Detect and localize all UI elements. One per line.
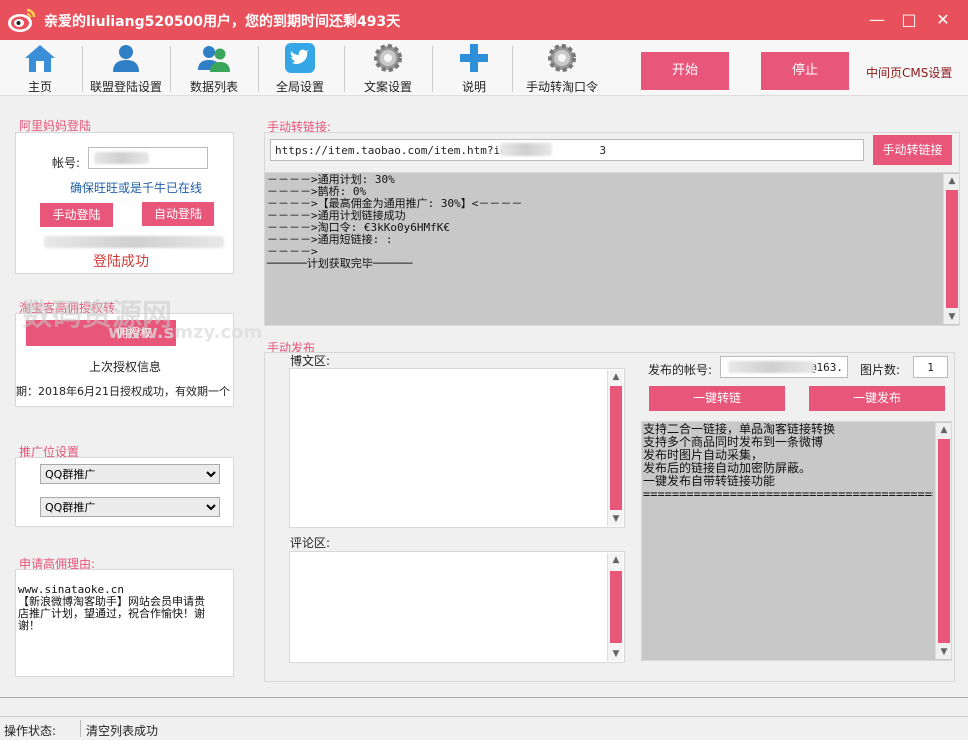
info-scrollbar[interactable]: ▲ ▼ xyxy=(935,423,951,659)
toolbar-home[interactable]: 主页 xyxy=(14,42,66,94)
title-bar: 亲爱的liuliang520500用户，您的到期时间还剩493天 — □ ✕ xyxy=(0,0,968,40)
account-label: 帐号: xyxy=(52,156,81,170)
comment-scrollbar[interactable]: ▲ ▼ xyxy=(607,553,623,661)
redacted-account xyxy=(94,152,149,164)
toolbar-alliance-login[interactable]: 联盟登陆设置 xyxy=(86,42,166,94)
toolbar-separator xyxy=(344,46,345,92)
auto-login-button[interactable]: 自动登陆 xyxy=(142,202,214,226)
toolbar-copy-settings[interactable]: 文案设置 xyxy=(358,42,418,94)
close-button[interactable]: ✕ xyxy=(932,9,954,31)
scroll-thumb[interactable] xyxy=(610,386,622,510)
status-label: 操作状态: xyxy=(4,724,57,738)
blog-scrollbar[interactable]: ▲ ▼ xyxy=(607,370,623,526)
stop-button[interactable]: 停止 xyxy=(761,52,849,90)
promo-select-2[interactable]: QQ群推广 xyxy=(40,497,220,517)
status-divider xyxy=(80,720,81,737)
comment-label: 评论区: xyxy=(290,536,331,550)
toolbar-global-settings[interactable]: 全局设置 xyxy=(270,42,330,94)
last-auth-info: 期：2018年6月21日授权成功，有效期一个 xyxy=(16,385,230,398)
toolbar-help[interactable]: 说明 xyxy=(446,42,502,94)
url-input[interactable] xyxy=(270,139,864,161)
scroll-down-icon[interactable]: ▼ xyxy=(608,512,624,526)
toolbar-help-label: 说明 xyxy=(461,80,486,94)
plus-icon xyxy=(460,44,488,72)
toolbar-separator xyxy=(82,46,83,92)
scroll-up-icon[interactable]: ▲ xyxy=(936,423,952,437)
cms-settings-link[interactable]: 中间页CMS设置 xyxy=(866,64,952,81)
scroll-thumb[interactable] xyxy=(946,190,958,308)
weibo-logo-icon xyxy=(8,8,36,32)
redacted-item-id xyxy=(500,143,552,156)
manual-login-button[interactable]: 手动登陆 xyxy=(40,203,113,227)
toolbar-separator xyxy=(258,46,259,92)
scroll-thumb[interactable] xyxy=(938,439,950,643)
minimize-button[interactable]: — xyxy=(866,9,888,31)
log-scrollbar[interactable]: ▲ ▼ xyxy=(943,174,959,324)
login-status: 登陆成功 xyxy=(93,254,149,270)
toolbar-alliance-login-label: 联盟登陆设置 xyxy=(89,80,162,94)
status-bar: 操作状态: 清空列表成功 xyxy=(0,716,968,740)
start-button[interactable]: 开始 xyxy=(641,52,729,90)
comment-textarea[interactable] xyxy=(289,551,625,663)
info-text: 支持二合一链接，单品淘客链接转换 支持多个商品同时发布到一条微博 发布时图片自动… xyxy=(643,423,933,501)
one-click-publish-button[interactable]: 一键发布 xyxy=(809,386,945,411)
apply-reason-text[interactable]: www.sinataoke.cn 【新浪微博淘客助手】网站会员申请贵 店推广计划… xyxy=(18,584,230,632)
users-icon xyxy=(198,46,230,72)
redacted-publish-account xyxy=(728,361,814,373)
toolbar-copy-settings-label: 文案设置 xyxy=(363,80,412,94)
scroll-down-icon[interactable]: ▼ xyxy=(936,645,952,659)
promo-select-1[interactable]: QQ群推广 xyxy=(40,464,220,484)
pic-count-input[interactable] xyxy=(913,356,948,378)
blog-label: 博文区: xyxy=(290,354,331,368)
toolbar-data-list-label: 数据列表 xyxy=(189,80,238,94)
gear-icon xyxy=(548,44,576,72)
toolbar-separator xyxy=(170,46,171,92)
publish-account-label: 发布的帐号: xyxy=(648,363,713,377)
toolbar-data-list[interactable]: 数据列表 xyxy=(184,42,244,94)
one-click-convert-button[interactable]: 一键转链 xyxy=(649,386,785,411)
home-icon xyxy=(25,45,55,72)
user-icon xyxy=(113,45,139,72)
scroll-thumb[interactable] xyxy=(610,571,622,643)
scroll-down-icon[interactable]: ▼ xyxy=(608,647,624,661)
log-text: －－－－>通用计划: 30% －－－－>鹊桥: 0% －－－－>【最高佣金为通用… xyxy=(267,173,523,270)
toolbar-home-label: 主页 xyxy=(27,80,52,94)
gear-icon xyxy=(374,44,402,72)
toolbar-manual-taokouling-label: 手动转淘口令 xyxy=(525,80,598,94)
bottom-divider xyxy=(0,697,968,698)
last-auth-label: 上次授权信息 xyxy=(89,360,162,374)
toolbar-global-settings-label: 全局设置 xyxy=(275,80,324,94)
redacted-login-info xyxy=(44,236,224,248)
scroll-up-icon[interactable]: ▲ xyxy=(608,370,624,384)
blog-textarea[interactable] xyxy=(289,368,625,528)
maximize-button[interactable]: □ xyxy=(898,9,920,31)
scroll-down-icon[interactable]: ▼ xyxy=(944,310,960,324)
online-hint: 确保旺旺或是千牛已在线 xyxy=(70,181,203,195)
twitter-bird-icon xyxy=(285,43,315,73)
manual-convert-button[interactable]: 手动转链接 xyxy=(873,135,952,165)
status-value: 清空列表成功 xyxy=(86,724,159,738)
watermark-site: www.smzy.com xyxy=(108,322,263,343)
toolbar-manual-taokouling[interactable]: 手动转淘口令 xyxy=(522,42,602,94)
window-title: 亲爱的liuliang520500用户，您的到期时间还剩493天 xyxy=(44,14,401,30)
toolbar-separator xyxy=(432,46,433,92)
scroll-up-icon[interactable]: ▲ xyxy=(608,553,624,567)
pic-count-label: 图片数: xyxy=(860,363,901,377)
toolbar-separator xyxy=(512,46,513,92)
scroll-up-icon[interactable]: ▲ xyxy=(944,174,960,188)
